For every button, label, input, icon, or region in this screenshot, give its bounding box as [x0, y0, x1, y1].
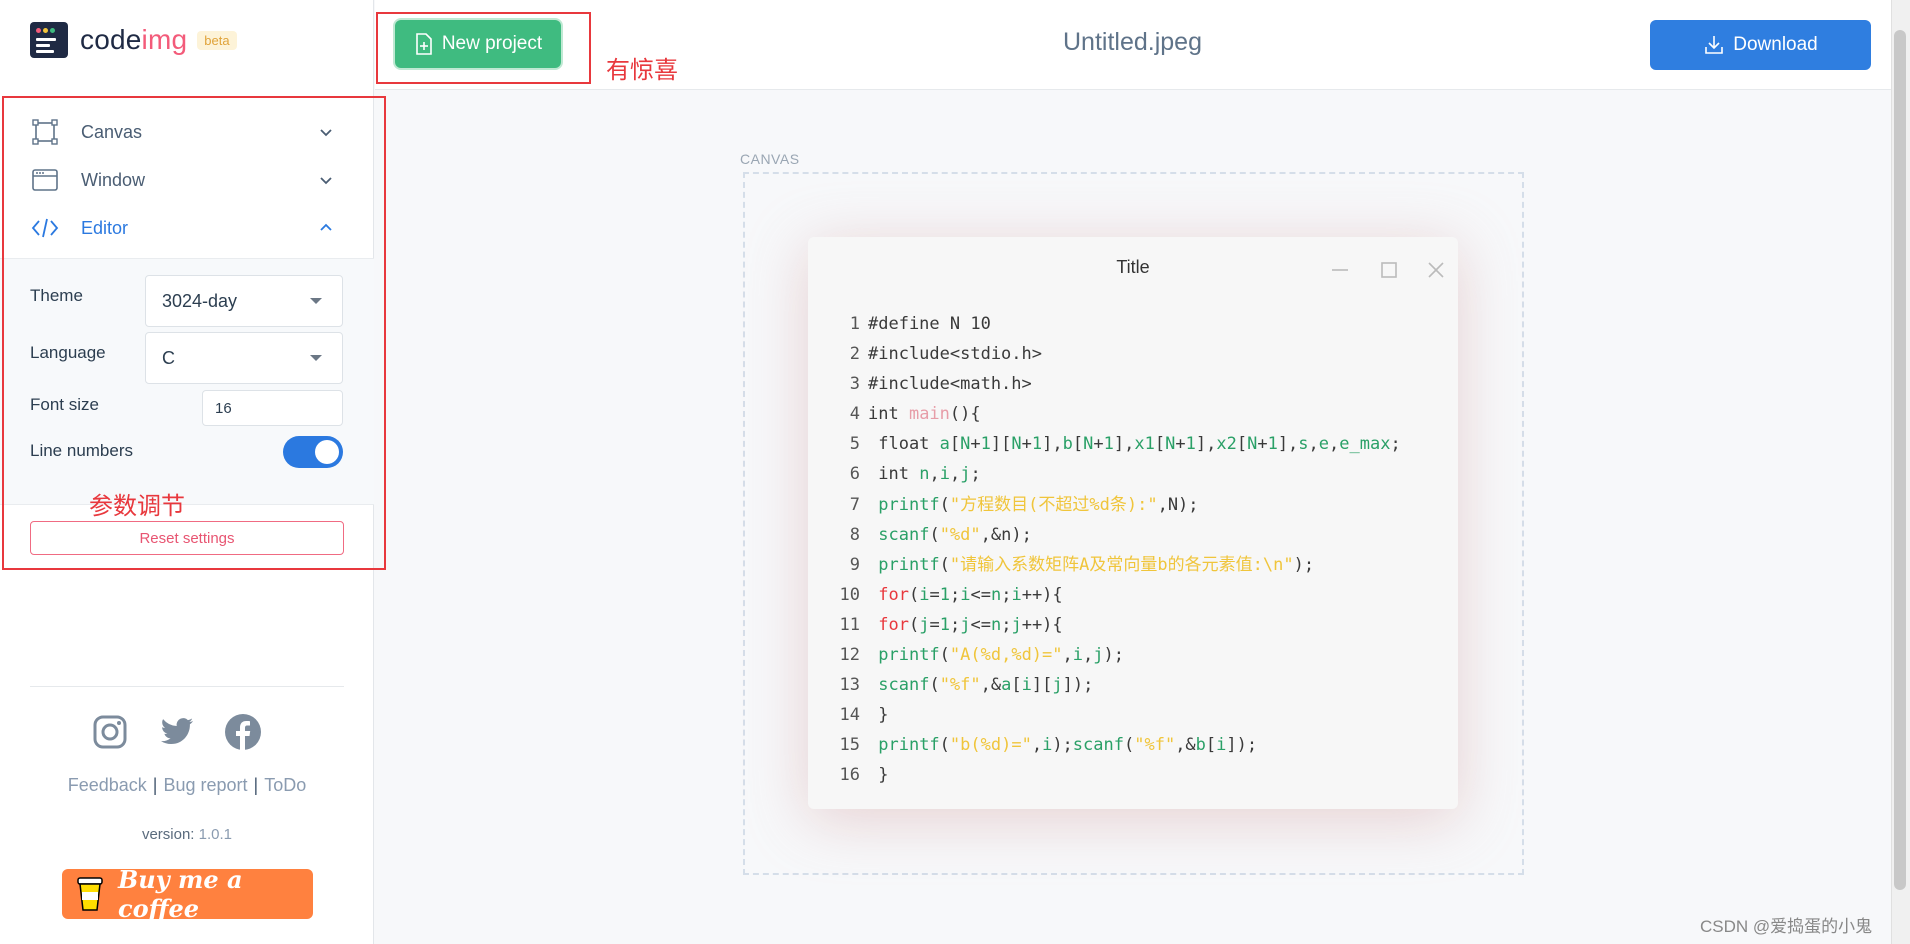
- beta-badge: beta: [197, 30, 237, 50]
- canvas-label: CANVAS: [740, 151, 800, 167]
- coffee-label: Buy me a coffee: [118, 865, 243, 923]
- todo-link[interactable]: ToDo: [264, 775, 306, 795]
- twitter-icon[interactable]: [157, 712, 197, 752]
- code-line: 6 int n,i,j;: [849, 464, 981, 485]
- annotation-box-settings: [2, 96, 386, 570]
- download-button[interactable]: Download: [1650, 20, 1871, 70]
- code-line: 3 #include<math.h>: [849, 374, 1032, 395]
- logo[interactable]: codeimg beta: [30, 20, 237, 60]
- facebook-icon[interactable]: [223, 712, 263, 752]
- annotation-params: 参数调节: [89, 493, 185, 520]
- download-icon: [1705, 36, 1724, 54]
- code-line: 15 printf("b(%d)=",i);scanf("%f",&b[i]);: [839, 735, 1258, 756]
- close-icon: [1428, 262, 1444, 278]
- logo-text: codeimg: [80, 24, 188, 55]
- bug-report-link[interactable]: Bug report: [163, 775, 247, 795]
- code-line: 13 scanf("%f",&a[i][j]);: [839, 675, 1094, 696]
- minimize-icon: [1332, 269, 1348, 271]
- code-line: 11 for(j=1;j<=n;j++){: [839, 614, 1063, 635]
- instagram-icon[interactable]: [90, 712, 130, 752]
- code-line: 5 float a[N+1][N+1],b[N+1],x1[N+1],x2[N+…: [849, 434, 1401, 455]
- buy-me-a-coffee-button[interactable]: Buy me a coffee: [62, 865, 313, 923]
- window-title[interactable]: Title: [808, 257, 1458, 278]
- code-line: 10 for(i=1;i<=n;i++){: [839, 584, 1063, 605]
- code-line: 7 printf("方程数目(不超过%d条):",N);: [849, 494, 1199, 515]
- download-label: Download: [1733, 34, 1818, 55]
- code-line: 8 scanf("%d",&n);: [849, 524, 1032, 545]
- watermark: CSDN @爱捣蛋的小鬼: [1700, 917, 1873, 936]
- code-line: 16 }: [839, 765, 889, 786]
- scrollbar-thumb[interactable]: [1894, 30, 1906, 890]
- version-text: version: 1.0.1: [141, 826, 233, 843]
- code-line: 4 int main(){: [849, 404, 981, 425]
- feedback-link[interactable]: Feedback: [68, 775, 147, 795]
- code-line: 9 printf("请输入系数矩阵A及常向量b的各元素值:\n");: [849, 554, 1315, 575]
- annotation-surprise: 有惊喜: [606, 57, 678, 84]
- code-line: 12 printf("A(%d,%d)=",i,j);: [839, 645, 1124, 666]
- maximize-icon: [1381, 262, 1397, 278]
- divider: [30, 686, 344, 687]
- file-name[interactable]: Untitled.jpeg: [1000, 28, 1265, 57]
- code-line: 1 #define N 10: [849, 314, 991, 334]
- code-editor[interactable]: 1 #define N 10 2 #include<stdio.h> 3 #inclu…: [828, 309, 1401, 791]
- code-line: 14 }: [839, 705, 889, 726]
- logo-icon: [30, 22, 68, 58]
- coffee-cup-icon: [76, 876, 104, 912]
- code-line: 2 #include<stdio.h>: [849, 344, 1042, 365]
- footer-links: Feedback | Bug report | ToDo: [67, 775, 307, 795]
- code-window[interactable]: Title 1 #define N 10 2 #include<stdio.h> 3…: [808, 237, 1458, 809]
- annotation-box-new-project: [376, 12, 591, 84]
